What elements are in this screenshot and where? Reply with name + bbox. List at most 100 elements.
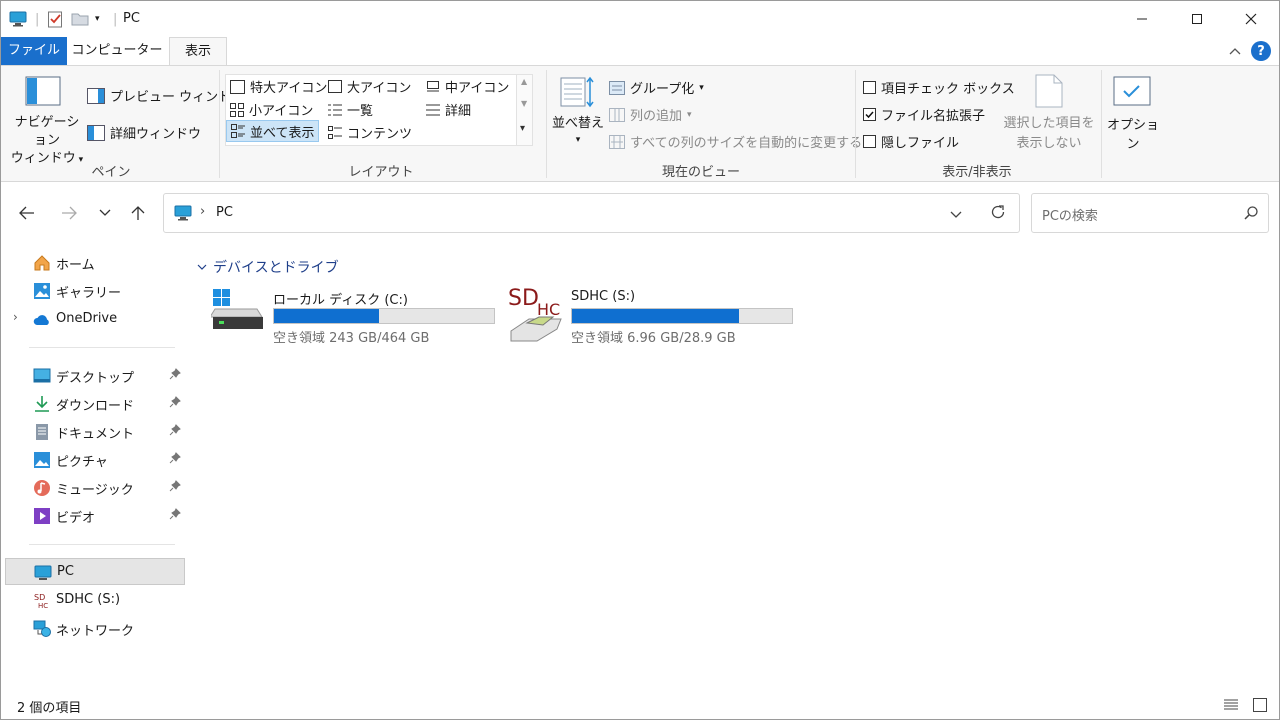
search-box[interactable]: PCの検索 (1031, 193, 1269, 233)
hide-selected-button[interactable]: 選択した項目を 表示しない (1001, 114, 1097, 154)
sidebar-item-gallery[interactable]: ギャラリー (5, 277, 185, 304)
pin-icon[interactable] (169, 508, 181, 524)
search-input[interactable]: PCの検索 (1042, 205, 1098, 224)
layout-list[interactable]: 一覧 (328, 100, 373, 119)
breadcrumb-pc[interactable]: PC (216, 205, 233, 220)
forward-button[interactable] (57, 201, 81, 225)
sort-icon[interactable] (559, 74, 595, 110)
sidebar-item-pictures[interactable]: ピクチャ (5, 446, 185, 473)
options-icon[interactable] (1113, 76, 1151, 106)
pc-app-icon (9, 9, 27, 29)
sidebar-item-music[interactable]: ミュージック (5, 474, 185, 501)
tab-view[interactable]: 表示 (169, 37, 227, 66)
pin-icon[interactable] (169, 452, 181, 468)
file-ext-label: ファイル名拡張子 (881, 109, 986, 124)
recent-locations-button[interactable] (93, 201, 117, 225)
sidebar-item-documents[interactable]: ドキュメント (5, 418, 185, 445)
group-header-label: デバイスとドライブ (213, 260, 339, 276)
collapse-ribbon-icon[interactable] (1229, 44, 1241, 59)
item-checkboxes-toggle[interactable]: 項目チェック ボックス (863, 78, 1015, 97)
sidebar-item-label: ネットワーク (56, 624, 135, 639)
pane-group-label: ペイン (91, 165, 131, 180)
pin-icon[interactable] (169, 480, 181, 496)
drive-usage-fill (274, 309, 379, 323)
group-divider (1101, 70, 1102, 178)
drive-tile-c[interactable]: ローカル ディスク (C:) 空き領域 243 GB/464 GB (211, 285, 501, 346)
group-by-button[interactable]: グループ化 ▾ (609, 78, 704, 97)
sidebar-item-downloads[interactable]: ダウンロード (5, 390, 185, 417)
svg-text:SD: SD (34, 593, 45, 602)
sidebar-item-videos[interactable]: ビデオ (5, 502, 185, 529)
gallery-icon (34, 283, 50, 299)
layout-medium-icons[interactable]: 中アイコン (426, 77, 509, 96)
add-column-button[interactable]: 列の追加 ▾ (609, 105, 692, 124)
expand-gallery-icon[interactable]: ▾ (520, 123, 525, 134)
file-ext-toggle[interactable]: ファイル名拡張子 (863, 105, 985, 124)
properties-icon[interactable] (47, 9, 63, 29)
large-icons-view-icon[interactable] (1253, 698, 1267, 716)
sidebar-item-network[interactable]: ネットワーク (5, 615, 185, 642)
layout-xl-icons[interactable]: 特大アイコン (230, 77, 327, 96)
close-button[interactable] (1223, 1, 1279, 37)
item-checkboxes-label: 項目チェック ボックス (881, 82, 1015, 97)
refresh-icon[interactable] (990, 204, 1006, 224)
add-column-label: 列の追加 (630, 109, 683, 124)
chevron-down-icon (99, 209, 111, 216)
address-bar[interactable]: › PC (163, 193, 1020, 233)
layout-small-icons[interactable]: 小アイコン (230, 100, 313, 119)
minimize-button[interactable] (1114, 1, 1170, 37)
sidebar-item-label: SDHC (S:) (56, 592, 121, 607)
sidebar-item-desktop[interactable]: デスクトップ (5, 362, 185, 389)
document-icon (36, 424, 48, 440)
preview-pane-button[interactable]: プレビュー ウィンドウ (87, 86, 244, 105)
layout-large-icons[interactable]: 大アイコン (328, 77, 411, 96)
expand-chevron-icon[interactable]: › (13, 310, 18, 324)
layout-details[interactable]: 詳細 (426, 100, 471, 119)
layout-content[interactable]: コンテンツ (328, 123, 412, 142)
show-hide-group-label: 表示/非表示 (942, 165, 1012, 180)
ribbon-controls: ? (1229, 41, 1271, 61)
group-header-devices[interactable]: デバイスとドライブ (197, 257, 339, 277)
back-button[interactable] (15, 201, 39, 225)
qa-customize-icon[interactable]: ▾ (95, 9, 100, 29)
sidebar-item-onedrive[interactable]: › OneDrive (5, 306, 185, 333)
pin-icon[interactable] (169, 368, 181, 384)
hidden-items-toggle[interactable]: 隠しファイル (863, 132, 959, 151)
sidebar-item-label: ピクチャ (56, 455, 108, 470)
scroll-down-icon[interactable]: ▼ (521, 99, 527, 108)
pin-icon[interactable] (169, 424, 181, 440)
sort-button[interactable]: 並べ替え ▾ (551, 116, 605, 148)
breadcrumb-separator-icon[interactable]: › (200, 204, 205, 219)
size-all-columns-button[interactable]: すべての列のサイズを自動的に変更する (609, 132, 862, 151)
sidebar-item-label: OneDrive (56, 311, 118, 326)
help-icon[interactable]: ? (1251, 41, 1271, 61)
sidebar-item-home[interactable]: ホーム (5, 249, 185, 276)
details-pane-button[interactable]: 詳細ウィンドウ (87, 123, 201, 142)
options-button[interactable]: オプション (1105, 114, 1161, 152)
address-history-icon[interactable] (950, 208, 962, 223)
new-folder-icon[interactable] (71, 9, 89, 29)
drive-tile-s[interactable]: SD HC SDHC (S:) 空き領域 6.96 GB/28.9 GB (507, 285, 797, 346)
hide-selected-icon[interactable] (1035, 74, 1063, 108)
sidebar-item-pc[interactable]: PC (5, 558, 185, 585)
nav-pane-icon[interactable] (25, 76, 61, 106)
small-icons-icon (230, 102, 244, 117)
onedrive-cloud-icon (33, 315, 49, 325)
tab-computer[interactable]: コンピューター (71, 37, 163, 65)
maximize-button[interactable] (1169, 1, 1225, 37)
sidebar-divider (29, 347, 175, 348)
xl-icons-label: 特大アイコン (250, 81, 328, 96)
search-icon[interactable] (1244, 206, 1258, 224)
list-icon (328, 104, 342, 115)
checkbox-checked-icon (863, 108, 876, 121)
layout-tiles[interactable]: 並べて表示 (226, 120, 320, 142)
pin-icon[interactable] (169, 396, 181, 412)
sdhc-logo-sd: SD (508, 286, 539, 311)
drive-usage-bar (571, 308, 793, 324)
tab-file[interactable]: ファイル (1, 37, 67, 65)
scroll-up-icon[interactable]: ▲ (521, 77, 527, 86)
details-view-icon[interactable] (1223, 698, 1239, 716)
up-button[interactable] (126, 201, 150, 225)
layout-scroll[interactable]: ▲ ▼ ▾ (516, 75, 532, 145)
sidebar-item-sdhc[interactable]: SD HC SDHC (S:) (5, 587, 185, 614)
